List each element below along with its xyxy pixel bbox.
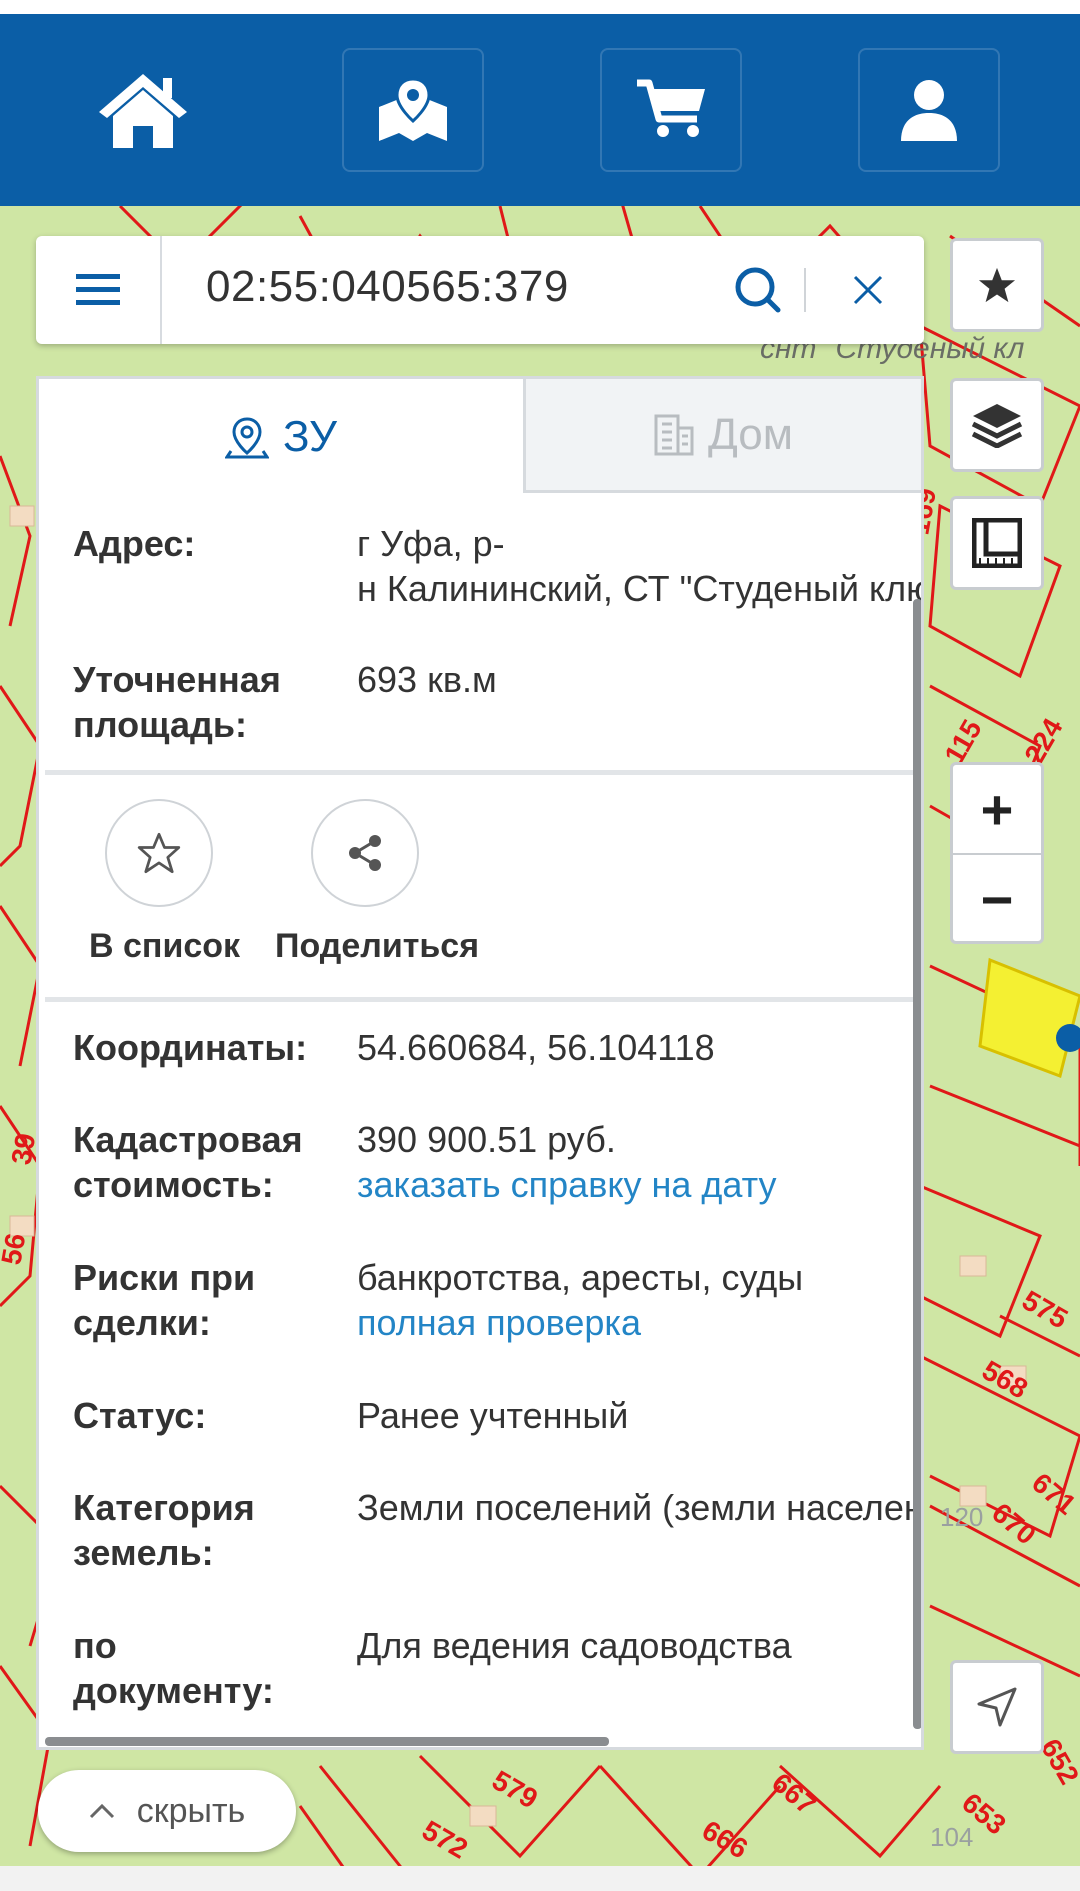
map-button[interactable]: [342, 48, 484, 172]
tab-dom-label: Дом: [707, 409, 793, 459]
top-navigation: [0, 14, 1080, 206]
address-value-line1: г Уфа, р-: [357, 523, 505, 564]
search-icon: [735, 267, 781, 313]
svg-text:115: 115: [938, 714, 987, 769]
divider: [45, 770, 913, 775]
my-location-button[interactable]: [950, 1660, 1044, 1754]
share-button[interactable]: [311, 799, 419, 907]
area-label: Уточненная площадь:: [73, 659, 281, 745]
map-icon: [379, 77, 447, 141]
layers-icon: [971, 404, 1023, 448]
svg-text:666: 666: [697, 1814, 753, 1864]
risks-label: Риски при сделки:: [73, 1257, 256, 1343]
search-input[interactable]: 02:55:040565:379: [206, 262, 569, 312]
star-outline-icon: [137, 832, 181, 874]
full-check-link[interactable]: полная проверка: [357, 1300, 917, 1345]
status-label: Статус:: [73, 1395, 207, 1436]
document-label: по документу:: [73, 1625, 274, 1711]
svg-text:572: 572: [417, 1814, 473, 1864]
svg-text:224: 224: [1018, 713, 1068, 769]
star-icon: [978, 267, 1016, 303]
svg-text:667: 667: [766, 1767, 822, 1821]
close-icon: [853, 275, 883, 305]
share-action[interactable]: Поделиться: [275, 799, 480, 966]
share-label: Поделиться: [275, 927, 480, 965]
horizontal-scrollbar[interactable]: [45, 1737, 609, 1746]
document-value: Для ведения садоводства: [357, 1625, 792, 1666]
hide-panel-button[interactable]: скрыть: [38, 1770, 296, 1852]
share-icon: [349, 835, 381, 871]
ruler-button[interactable]: [950, 496, 1044, 590]
system-bottom-bar: [0, 1866, 1080, 1891]
tab-dom[interactable]: Дом: [523, 379, 921, 493]
zoom-in-button[interactable]: +: [953, 765, 1041, 853]
svg-text:56: 56: [0, 1231, 31, 1267]
cost-label: Кадастровая стоимость:: [73, 1119, 303, 1205]
add-to-list-label: В список: [89, 927, 241, 965]
tab-zu-label: ЗУ: [282, 412, 338, 461]
favorites-button[interactable]: [950, 238, 1044, 332]
divider: [45, 997, 913, 1002]
cost-amount: 390 900.51 руб.: [357, 1119, 616, 1160]
layers-button[interactable]: [950, 378, 1044, 472]
coordinates-value: 54.660684, 56.104118: [357, 1027, 715, 1068]
location-pin-icon: [224, 417, 269, 459]
svg-text:120: 120: [940, 1502, 983, 1532]
risks-value: банкротства, аресты, суды полная проверк…: [357, 1255, 917, 1345]
area-value: 693 кв.м: [357, 659, 497, 700]
cart-icon: [637, 79, 705, 137]
navigation-arrow-icon: [977, 1687, 1017, 1727]
order-certificate-link[interactable]: заказать справку на дату: [357, 1162, 917, 1207]
zoom-out-button[interactable]: −: [953, 855, 1041, 943]
svg-text:104: 104: [930, 1822, 973, 1852]
tab-zu[interactable]: ЗУ: [39, 379, 523, 495]
risks-text: банкротства, аресты, суды: [357, 1257, 804, 1298]
building-icon: [654, 414, 694, 455]
user-icon: [901, 80, 957, 141]
zoom-control: + −: [950, 762, 1044, 944]
chevron-up-icon: [89, 1803, 114, 1819]
search-button[interactable]: [726, 258, 790, 322]
menu-button[interactable]: [36, 236, 162, 344]
address-label: Адрес:: [73, 523, 196, 564]
cost-value: 390 900.51 руб. заказать справку на дату: [357, 1117, 917, 1207]
status-value: Ранее учтенный: [357, 1395, 629, 1436]
address-value: г Уфа, р- н Калининский, СТ "Студеный кл…: [357, 521, 924, 611]
coordinates-label: Координаты:: [73, 1027, 308, 1068]
svg-text:671: 671: [1026, 1467, 1080, 1521]
search-separator: [804, 268, 806, 312]
menu-icon: [76, 274, 120, 305]
add-to-list-button[interactable]: [105, 799, 213, 907]
hide-panel-label: скрыть: [136, 1791, 246, 1830]
cart-button[interactable]: [600, 48, 742, 172]
svg-text:670: 670: [986, 1497, 1042, 1551]
home-button[interactable]: [72, 48, 214, 172]
status-bar: [0, 0, 1080, 14]
category-label: Категория земель:: [73, 1487, 255, 1573]
search-bar: 02:55:040565:379: [36, 236, 924, 344]
svg-text:568: 568: [977, 1354, 1033, 1404]
ruler-icon: [972, 518, 1022, 568]
category-value: Земли поселений (земли населенны: [357, 1487, 924, 1528]
info-panel: ЗУ Дом Адрес: г Уфа, р- н Калининский, С…: [36, 376, 924, 1750]
clear-search-button[interactable]: [836, 258, 900, 322]
address-value-line2: н Калининский, СТ "Студеный ключ": [357, 568, 924, 609]
profile-button[interactable]: [858, 48, 1000, 172]
panel-tabs: ЗУ Дом: [39, 379, 921, 495]
home-icon: [99, 74, 187, 148]
vertical-scrollbar[interactable]: [913, 599, 921, 1729]
add-to-list-action[interactable]: В список: [89, 799, 241, 966]
